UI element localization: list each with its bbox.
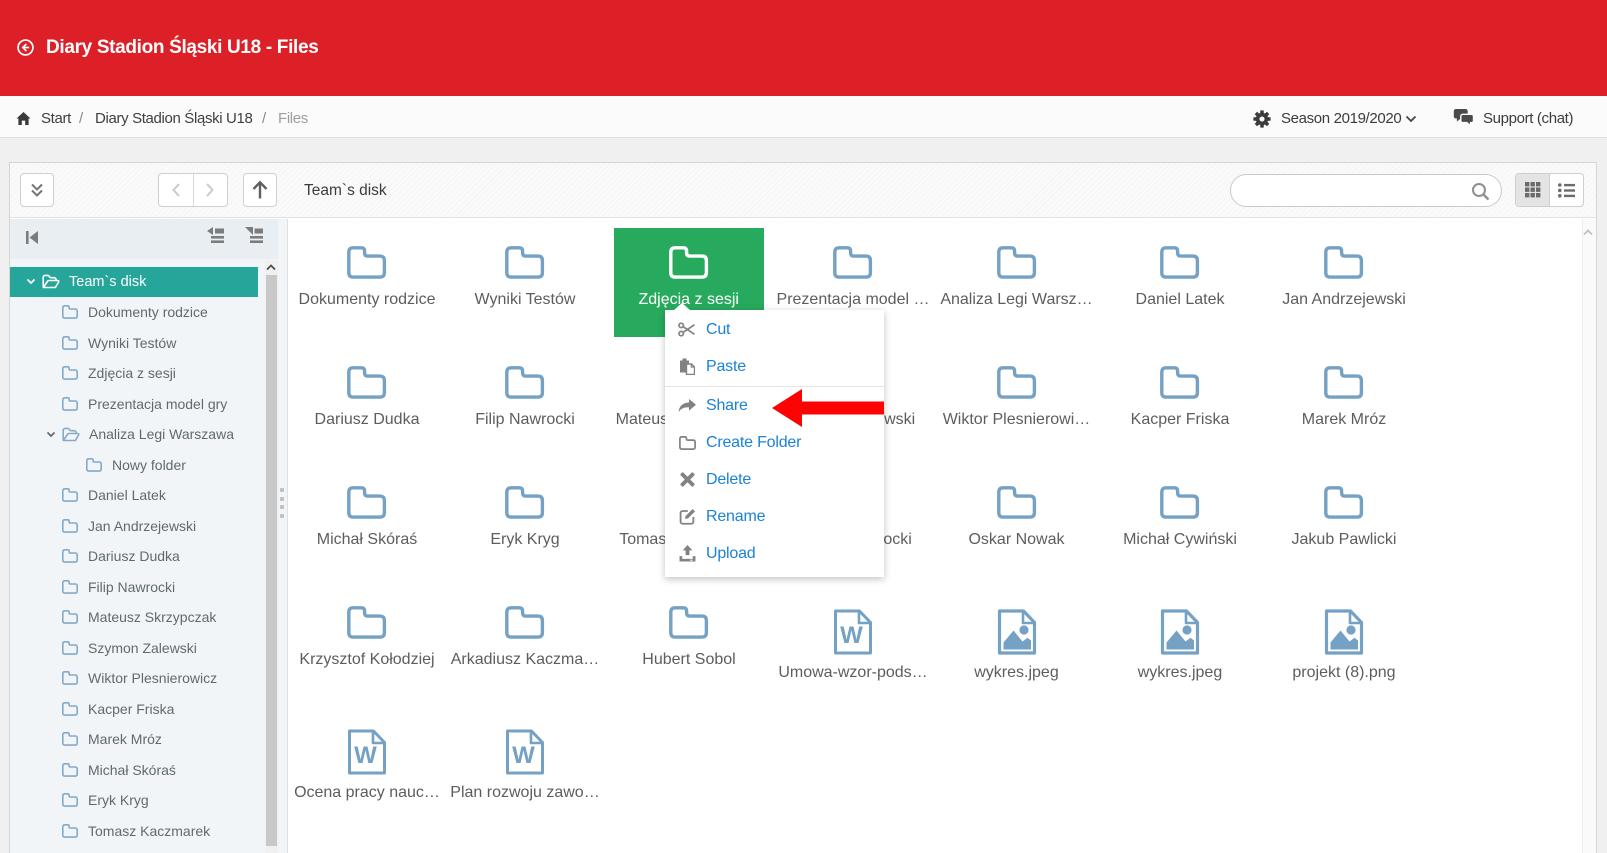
svg-text:W: W: [840, 622, 863, 649]
svg-text:W: W: [354, 742, 377, 769]
svg-text:W: W: [512, 742, 535, 769]
